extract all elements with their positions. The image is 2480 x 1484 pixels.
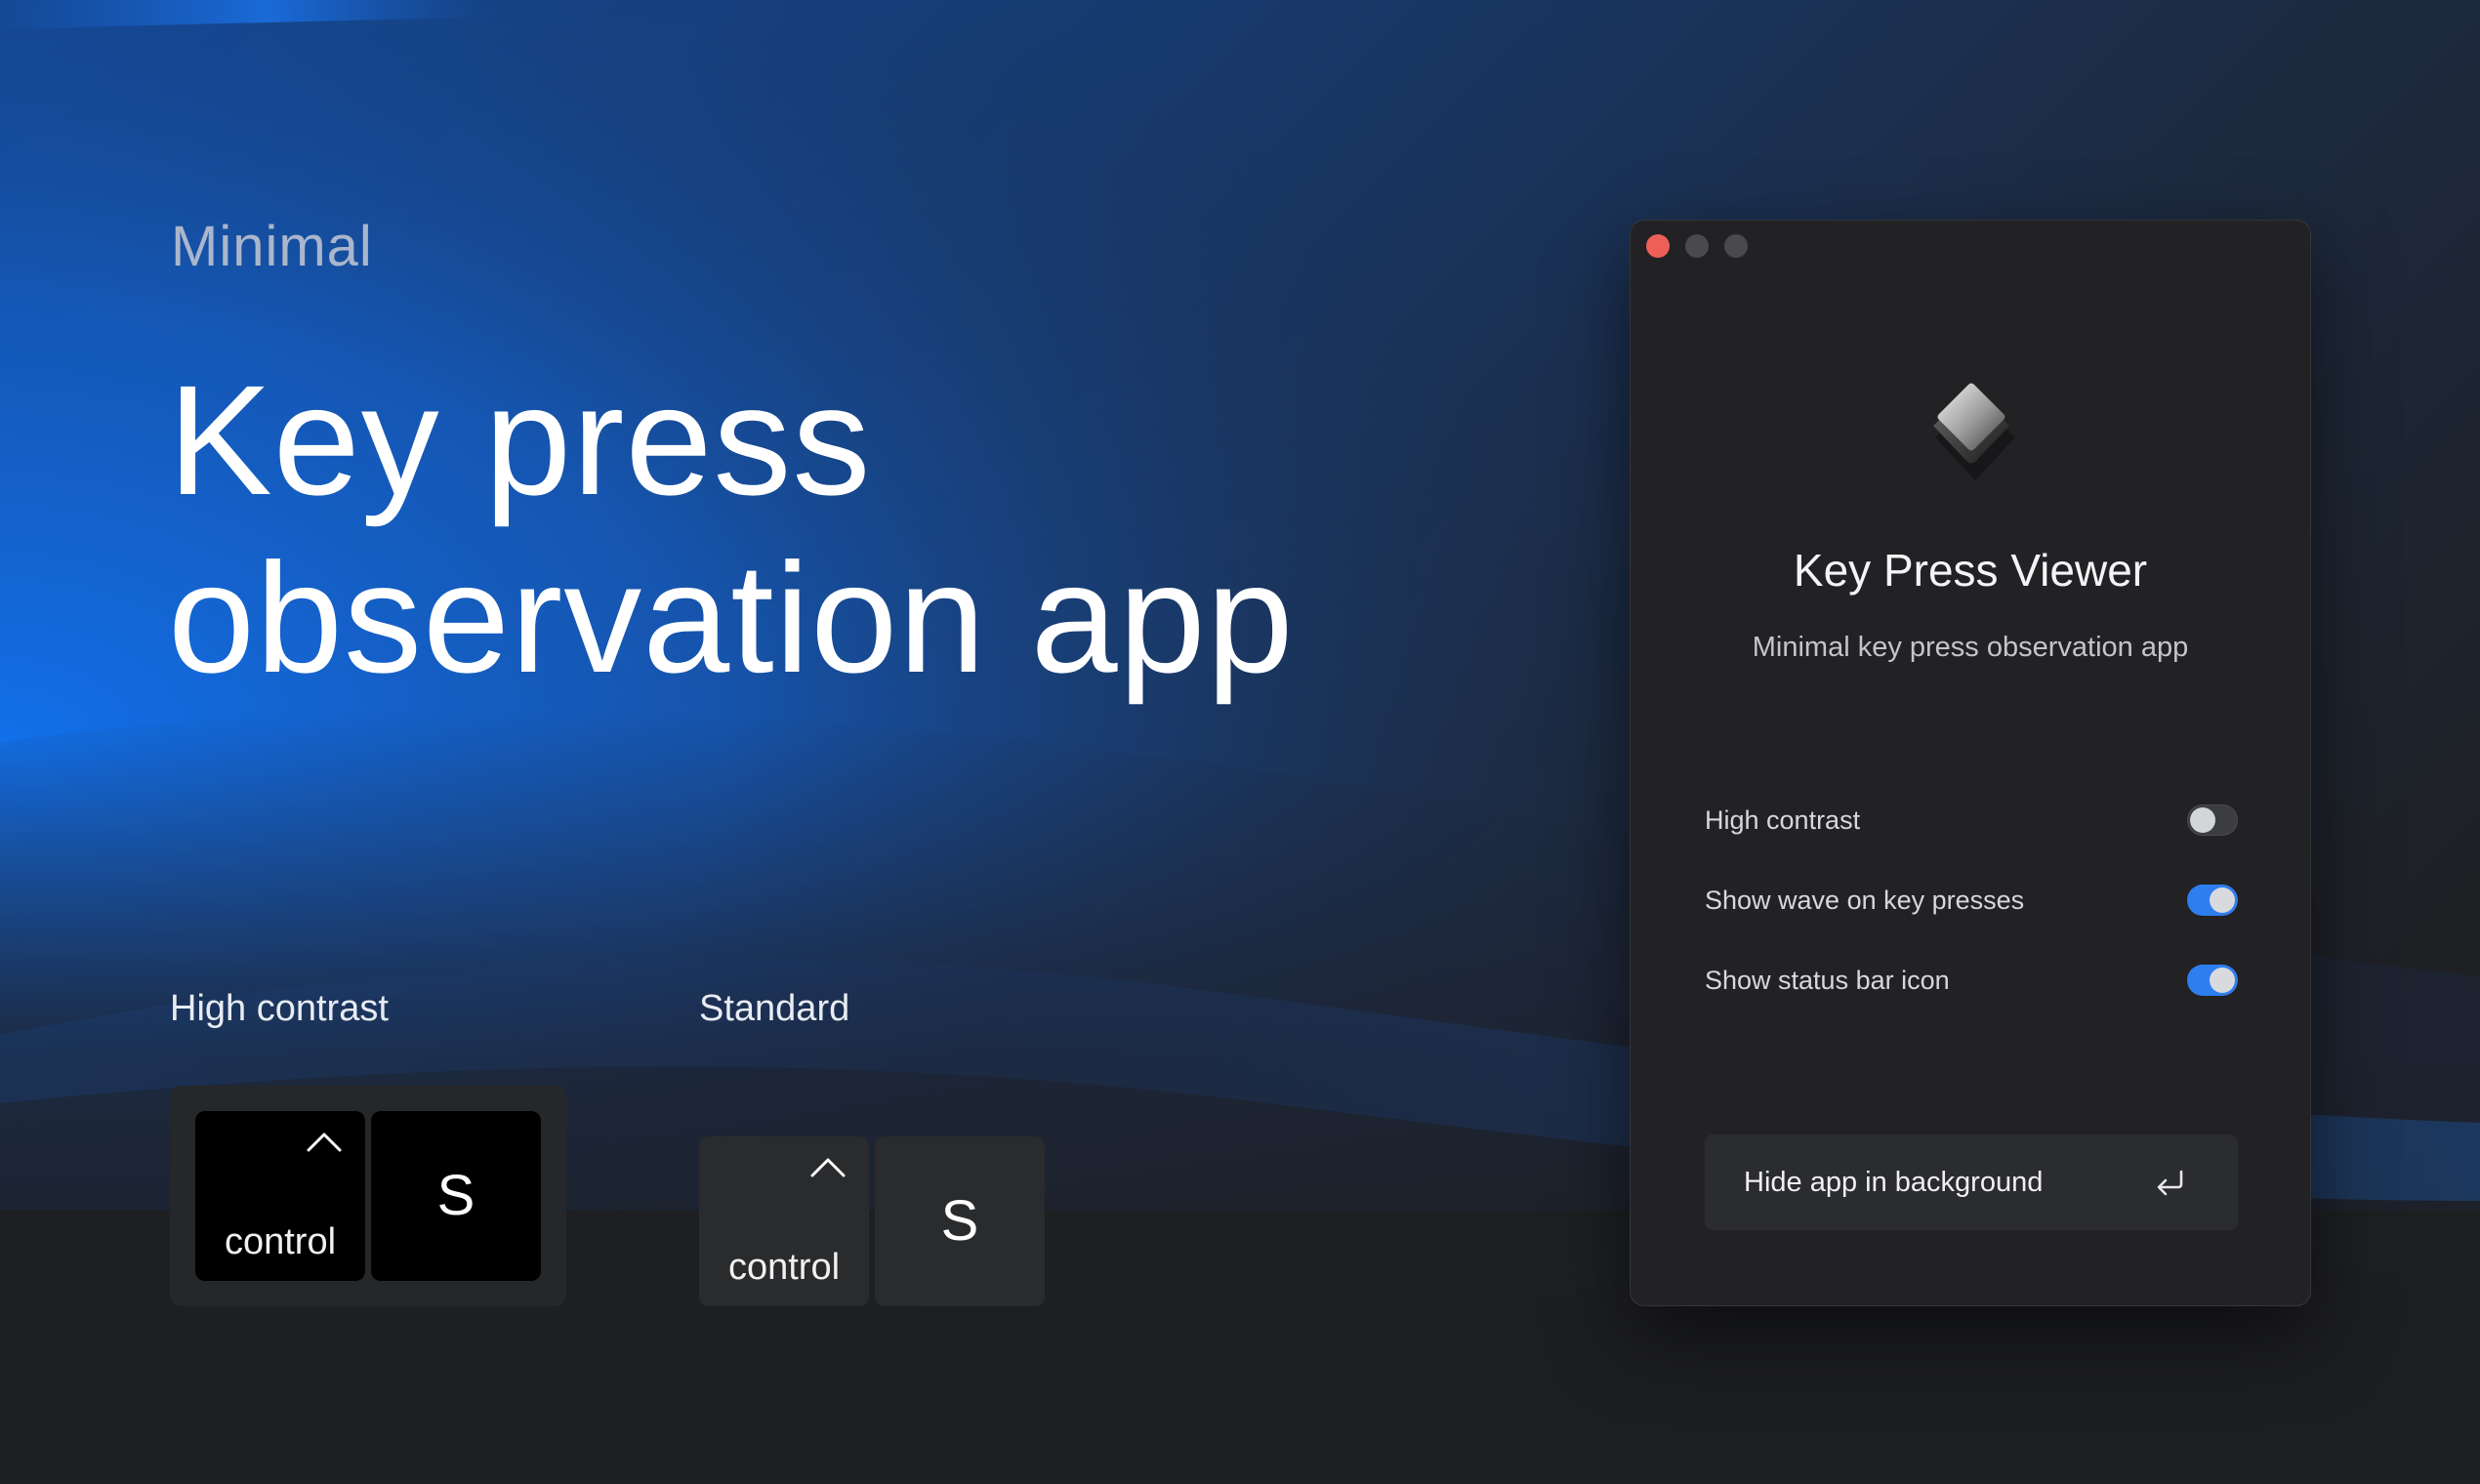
hero-headline: Key press observation app [168, 351, 1295, 707]
setting-row-show-wave: Show wave on key presses [1705, 879, 2238, 922]
control-key-label: control [224, 1221, 337, 1262]
control-caret-icon [307, 1133, 342, 1152]
toggle-knob [2210, 968, 2235, 993]
headline-line-2: observation app [168, 530, 1295, 705]
setting-label: Show wave on key presses [1705, 886, 2025, 915]
standard-preview-label: Standard [699, 988, 850, 1029]
high-contrast-preview-label: High contrast [170, 988, 389, 1029]
setting-label: Show status bar icon [1705, 966, 1950, 995]
control-key-label: control [727, 1247, 841, 1288]
show-wave-toggle[interactable] [2187, 885, 2238, 916]
high-contrast-s-key: S [371, 1111, 541, 1281]
standard-s-key: S [875, 1136, 1045, 1306]
setting-row-status-bar-icon: Show status bar icon [1705, 959, 2238, 1002]
s-key-label: S [940, 1189, 979, 1253]
hide-app-button[interactable]: Hide app in background [1705, 1134, 2238, 1230]
control-caret-icon [810, 1158, 846, 1177]
window-minimize-button[interactable] [1685, 234, 1709, 258]
return-key-icon [2157, 1170, 2183, 1196]
standard-control-key: control [699, 1136, 869, 1306]
headline-line-1: Key press [168, 352, 872, 527]
toggle-knob [2210, 887, 2235, 913]
toggle-knob [2190, 807, 2215, 833]
s-key-label: S [436, 1164, 475, 1227]
status-bar-icon-toggle[interactable] [2187, 965, 2238, 996]
high-contrast-control-key: control [195, 1111, 365, 1281]
window-close-button[interactable] [1646, 234, 1670, 258]
hide-app-button-label: Hide app in background [1744, 1167, 2044, 1198]
window-zoom-button[interactable] [1724, 234, 1748, 258]
setting-row-high-contrast: High contrast [1705, 799, 2238, 842]
high-contrast-toggle[interactable] [2187, 804, 2238, 836]
eyebrow-label: Minimal [171, 215, 373, 278]
setting-label: High contrast [1705, 805, 1861, 835]
keycap-diamond-icon [1933, 383, 2015, 480]
app-subtitle: Minimal key press observation app [1752, 632, 2189, 663]
promo-stage: Minimal Key press observation app High c… [0, 0, 2480, 1484]
app-window: Key Press Viewer Minimal key press obser… [1631, 221, 2310, 1305]
app-title: Key Press Viewer [1793, 545, 2148, 596]
